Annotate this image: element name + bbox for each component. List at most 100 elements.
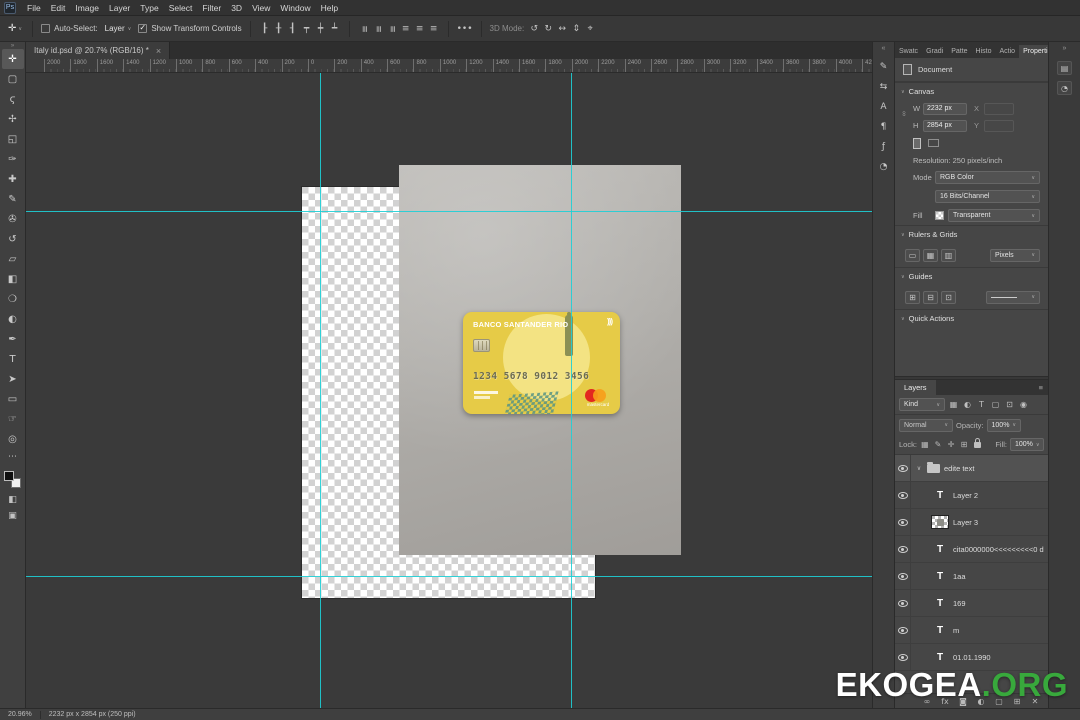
guide-vertical-2[interactable] (571, 73, 572, 708)
filter-shape-layers-icon[interactable]: ▢ (990, 400, 1001, 409)
show-transform-checkbox[interactable] (138, 24, 147, 33)
lock-artboard-icon[interactable]: ⊞ (959, 440, 969, 449)
menu-item[interactable]: Edit (46, 3, 71, 13)
menu-item[interactable]: Select (164, 3, 198, 13)
align-center-h-icon[interactable]: ╂ (273, 24, 285, 34)
panel-tab[interactable]: Histo (972, 45, 996, 58)
menu-item[interactable]: Window (275, 3, 315, 13)
expand-dock-icon[interactable]: » (1063, 45, 1067, 52)
quick-selection-tool[interactable]: ✢ (2, 109, 24, 129)
app-logo-icon[interactable]: Ps (4, 2, 16, 14)
move-tool[interactable]: ✛ (2, 49, 24, 69)
units-select[interactable]: Pixels (990, 249, 1040, 262)
menu-item[interactable]: Filter (197, 3, 226, 13)
blur-tool[interactable]: ❍ (2, 289, 24, 309)
auto-select-target-select[interactable]: Layer (102, 23, 135, 34)
quick-mask-icon[interactable]: ◧ (7, 495, 19, 505)
height-field[interactable]: 2854 px (923, 120, 967, 132)
color-swatches[interactable] (4, 471, 21, 488)
rulers-grids-section-header[interactable]: Rulers & Grids (895, 225, 1048, 243)
distribute-bottom-icon[interactable]: ≡ (387, 23, 397, 35)
healing-brush-tool[interactable]: ✚ (2, 169, 24, 189)
bit-depth-select[interactable]: 16 Bits/Channel (935, 190, 1040, 203)
filter-pixel-layers-icon[interactable]: ▦ (948, 400, 959, 409)
history-brush-tool[interactable]: ↺ (2, 229, 24, 249)
eraser-tool[interactable]: ▱ (2, 249, 24, 269)
snap-icon[interactable]: ▥ (941, 249, 956, 262)
guide-style-select[interactable] (986, 291, 1040, 304)
distribute-middle-icon[interactable]: ≡ (373, 23, 383, 35)
collapsed-panel-icon[interactable]: ▤ (1057, 61, 1072, 75)
visibility-toggle[interactable] (895, 563, 911, 589)
3d-slide-icon[interactable]: ⇕ (570, 24, 582, 34)
crop-tool[interactable]: ◱ (2, 129, 24, 149)
screen-mode-icon[interactable]: ▣ (7, 511, 19, 521)
zoom-tool[interactable]: ◎ (2, 429, 24, 449)
character-panel-icon[interactable]: A (878, 102, 890, 112)
visibility-toggle[interactable] (895, 455, 911, 481)
lock-guides-icon[interactable]: ⊡ (941, 291, 956, 304)
menu-item[interactable]: Help (316, 3, 343, 13)
dodge-tool[interactable]: ◐ (2, 309, 24, 329)
hand-tool[interactable]: ☞ (2, 409, 24, 429)
lock-position-icon[interactable]: ✛ (946, 440, 956, 449)
paragraph-panel-icon[interactable]: ¶ (878, 122, 890, 132)
more-options-icon[interactable]: ••• (457, 24, 473, 34)
document-tab[interactable]: Italy id.psd @ 20.7% (RGB/16) * × (26, 42, 170, 59)
brush-settings-panel-icon[interactable]: ✎ (878, 62, 890, 72)
menu-item[interactable]: View (247, 3, 275, 13)
menu-item[interactable]: 3D (226, 3, 247, 13)
layer-row[interactable]: ∨ edite text (895, 455, 1048, 482)
properties-target[interactable]: Document (895, 58, 1048, 82)
filter-adjustment-layers-icon[interactable]: ◐ (962, 400, 973, 409)
3d-pan-icon[interactable]: ↔ (556, 24, 568, 34)
foreground-color[interactable] (4, 471, 14, 481)
menu-item[interactable]: Layer (104, 3, 135, 13)
grid-icon[interactable]: ▦ (923, 249, 938, 262)
distribute-right-icon[interactable]: ≡ (428, 24, 440, 34)
3d-rotate-icon[interactable]: ↺ (528, 24, 540, 34)
visibility-toggle[interactable] (895, 590, 911, 616)
3d-roll-icon[interactable]: ↻ (542, 24, 554, 34)
lasso-tool[interactable]: ϛ (2, 89, 24, 109)
panel-tab[interactable]: Properties (1019, 45, 1048, 58)
marquee-tool[interactable]: ▢ (2, 69, 24, 89)
distribute-top-icon[interactable]: ≡ (359, 23, 369, 35)
quick-actions-section-header[interactable]: Quick Actions (895, 309, 1048, 327)
brush-tool[interactable]: ✎ (2, 189, 24, 209)
layer-row[interactable]: T 1aa (895, 563, 1048, 590)
panel-tab[interactable]: Gradi (922, 45, 947, 58)
distribute-center-icon[interactable]: ≡ (414, 24, 426, 34)
panel-tab[interactable]: Swatc (895, 45, 922, 58)
visibility-toggle[interactable] (895, 482, 911, 508)
opacity-select[interactable]: 100% (987, 419, 1021, 432)
visibility-toggle[interactable] (895, 536, 911, 562)
glyphs-panel-icon[interactable]: ƒ (878, 142, 890, 152)
layer-row[interactable]: T cita0000000<<<<<<<<<0 d (895, 536, 1048, 563)
layer-fill-select[interactable]: 100% (1010, 438, 1044, 451)
filter-smart-objects-icon[interactable]: ⊡ (1004, 400, 1015, 409)
visibility-toggle[interactable] (895, 509, 911, 535)
menu-item[interactable]: Image (70, 3, 104, 13)
clear-guides-icon[interactable]: ⊟ (923, 291, 938, 304)
align-bottom-icon[interactable]: ┷ (329, 24, 341, 34)
path-selection-tool[interactable]: ➤ (2, 369, 24, 389)
y-field[interactable] (984, 120, 1014, 132)
eyedropper-tool[interactable]: ✑ (2, 149, 24, 169)
blend-mode-select[interactable]: Normal (899, 419, 953, 432)
layer-row[interactable]: T Layer 2 (895, 482, 1048, 509)
guides-section-header[interactable]: Guides (895, 267, 1048, 285)
color-mode-select[interactable]: RGB Color (935, 171, 1040, 184)
distribute-left-icon[interactable]: ≡ (400, 24, 412, 34)
layer-row[interactable]: Layer 3 (895, 509, 1048, 536)
layer-row[interactable]: T 169 (895, 590, 1048, 617)
clone-stamp-tool[interactable]: ✇ (2, 209, 24, 229)
panel-tab[interactable]: Patte (947, 45, 971, 58)
pen-tool[interactable]: ✒ (2, 329, 24, 349)
panel-tab[interactable]: Actio (996, 45, 1020, 58)
link-dimensions-icon[interactable]: ∞ (900, 111, 907, 116)
shape-tool[interactable]: ▭ (2, 389, 24, 409)
collapse-dock-icon[interactable]: « (882, 45, 886, 52)
align-top-icon[interactable]: ┯ (301, 24, 313, 34)
collapsed-panel-icon[interactable]: ◔ (1057, 81, 1072, 95)
